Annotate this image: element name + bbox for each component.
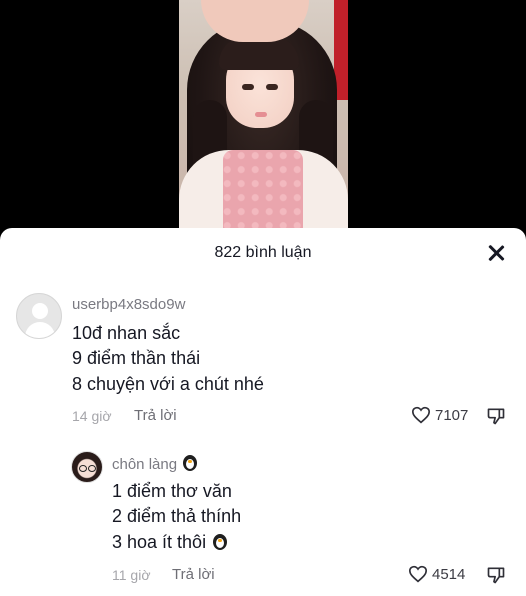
video-thumbnail (179, 0, 348, 232)
comments-header: 822 bình luận (0, 228, 526, 278)
like-count: 4514 (432, 565, 466, 583)
reply-timestamp: 11 giờ (112, 567, 151, 583)
comment-text-line: 10đ nhan sắc (72, 323, 181, 343)
reply-username-row[interactable]: chôn làng (112, 454, 199, 473)
reply-button[interactable]: Trả lời (172, 566, 215, 583)
avatar[interactable] (16, 293, 62, 339)
like-count: 7107 (435, 406, 469, 424)
like-button[interactable]: 4514 (408, 565, 465, 583)
comment-username[interactable]: userbp4x8sdo9w (72, 296, 185, 313)
reply-text-line: 2 điểm thả thính (112, 506, 242, 526)
comment-text-line: 8 chuyện với a chút nhé (72, 374, 264, 394)
reply-text-line: 1 điểm thơ văn (112, 481, 232, 501)
comment-text-line: 9 điểm thần thái (72, 348, 201, 368)
like-button[interactable]: 7107 (411, 406, 468, 424)
dislike-icon[interactable] (486, 406, 506, 426)
penguin-icon (181, 454, 199, 472)
heart-icon (411, 406, 431, 424)
reply-text-line-3: 3 hoa ít thôi (112, 532, 229, 553)
close-icon[interactable] (484, 241, 508, 265)
penguin-icon (211, 533, 229, 551)
reply-username: chôn làng (112, 456, 178, 473)
comments-sheet: 822 bình luận userbp4x8sdo9w 10đ nhan sắ… (0, 228, 526, 596)
video-player[interactable] (0, 0, 526, 232)
dislike-icon[interactable] (486, 565, 506, 585)
reply-avatar[interactable] (71, 451, 103, 483)
comment-timestamp: 14 giờ (72, 408, 112, 424)
comments-count-title: 822 bình luận (214, 244, 312, 261)
reply-button[interactable]: Trả lời (134, 407, 177, 424)
heart-icon (408, 565, 428, 583)
